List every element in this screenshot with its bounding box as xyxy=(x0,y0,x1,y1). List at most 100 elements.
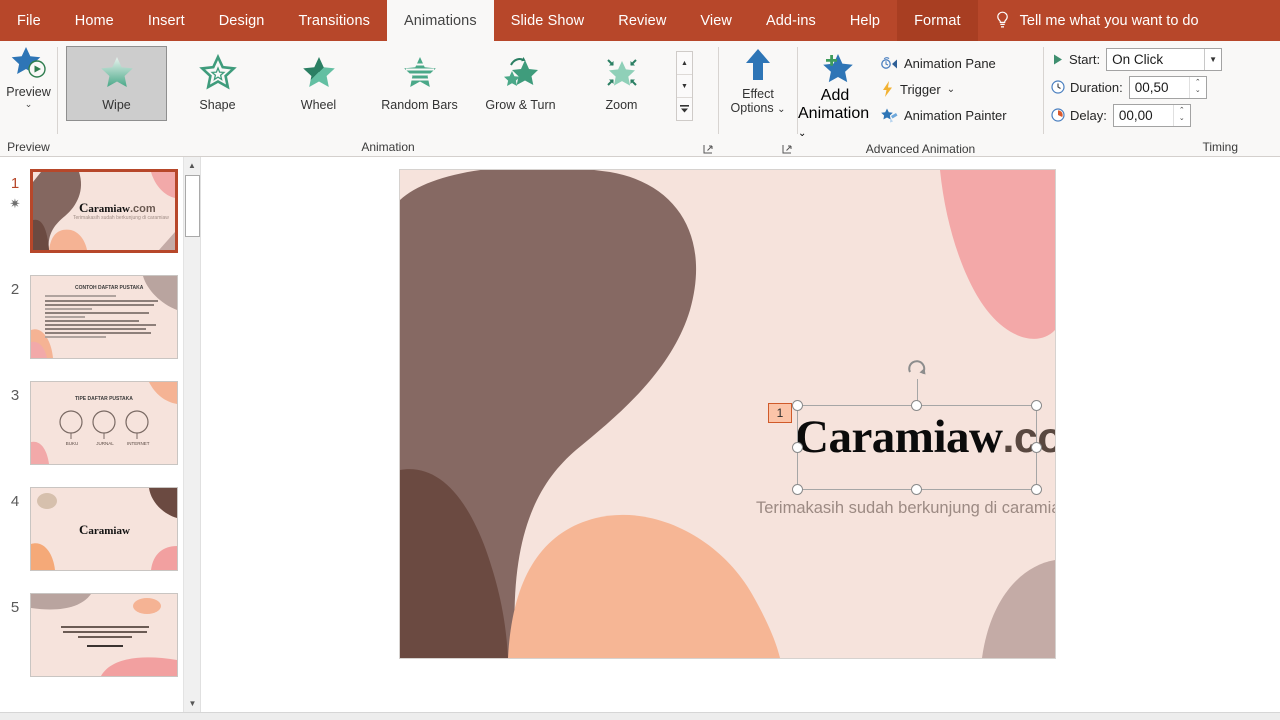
tab-format-label: Format xyxy=(914,12,961,29)
gallery-item-shape[interactable]: Shape xyxy=(167,46,268,121)
thumbnail-scroll-up-button[interactable]: ▲ xyxy=(184,157,200,174)
ribbon-group-preview: Preview ⌄ Preview xyxy=(0,41,57,157)
slide-canvas[interactable]: Caramiaw.com Terimakasih sudah berkunjun… xyxy=(399,169,1056,659)
gallery-item-wipe[interactable]: Wipe xyxy=(66,46,167,121)
resize-handle-sw[interactable] xyxy=(792,484,803,495)
duration-spinner[interactable]: 00,50 ⌃ ⌄ xyxy=(1128,75,1207,99)
slide-thumbnail-4[interactable]: Caramiaw xyxy=(30,487,178,571)
start-value: On Click xyxy=(1112,51,1164,67)
animation-indicator-icon[interactable]: ✷ xyxy=(0,196,30,212)
trigger-label: Trigger xyxy=(900,81,941,97)
preview-button-label: Preview xyxy=(6,85,51,99)
effect-options-dialog-launcher[interactable] xyxy=(781,143,793,155)
trigger-lightning-icon xyxy=(881,81,894,97)
thumbnail-row-3: 3 TIPE DAFTAR PUSTAKA BUKU JURNAL INTERN… xyxy=(0,381,200,465)
gallery-item-zoom[interactable]: Zoom xyxy=(571,46,672,121)
tab-help-label: Help xyxy=(849,12,881,29)
ribbon-group-timing: Start: On Click ▼ Duration: 00,50 ⌃ ⌄ De… xyxy=(1044,41,1246,157)
zoom-star-icon xyxy=(602,54,642,92)
gallery-scroll-up-button[interactable]: ▲ xyxy=(677,52,692,75)
rotate-icon[interactable] xyxy=(906,358,928,380)
tell-me-label: Tell me what you want to do xyxy=(1019,12,1199,29)
trigger-button[interactable]: Trigger ⌄ xyxy=(876,76,1012,102)
resize-handle-nw[interactable] xyxy=(792,400,803,411)
slide-thumbnail-2[interactable]: CONTOH DAFTAR PUSTAKA xyxy=(30,275,178,359)
ribbon-group-animation: Wipe Shape Wheel Random Bars Grow & Turn… xyxy=(58,41,718,157)
tab-home[interactable]: Home xyxy=(58,0,131,41)
gallery-scroll-down-button[interactable]: ▼ xyxy=(677,75,692,98)
tab-transitions[interactable]: Transitions xyxy=(281,0,386,41)
tab-slide-show[interactable]: Slide Show xyxy=(494,0,602,41)
slide-thumbnail-5[interactable] xyxy=(30,593,178,677)
thumbnail-scrollbar-thumb[interactable] xyxy=(185,175,200,237)
preview-button[interactable]: Preview ⌄ xyxy=(0,41,57,109)
resize-handle-e[interactable] xyxy=(1031,441,1042,453)
wipe-star-icon xyxy=(97,54,137,92)
slide-tagline: Terimakasih sudah berkunjung di caramiaw xyxy=(756,499,1056,517)
tab-review[interactable]: Review xyxy=(601,0,683,41)
start-combobox[interactable]: On Click ▼ xyxy=(1106,47,1223,71)
tab-design[interactable]: Design xyxy=(202,0,282,41)
delay-clock-icon xyxy=(1051,108,1065,122)
animation-dialog-launcher[interactable] xyxy=(702,143,714,155)
ribbon-group-advanced-animation: Add Animation ⌄ Animation Pane Trigger ⌄… xyxy=(798,41,1043,157)
notes-pane[interactable]: Click to add notes xyxy=(0,712,1280,720)
gallery-item-random-bars-label: Random Bars xyxy=(381,98,458,112)
ribbon-group-effect-options: Effect Options ⌄ xyxy=(719,41,797,157)
ribbon-tab-bar: File Home Insert Design Transitions Anim… xyxy=(0,0,1280,41)
delay-stepper[interactable]: ⌃ ⌄ xyxy=(1172,104,1190,126)
resize-handle-s[interactable] xyxy=(911,484,922,495)
duration-row: Duration: 00,50 ⌃ ⌄ xyxy=(1051,75,1222,99)
gallery-item-grow-turn[interactable]: Grow & Turn xyxy=(470,46,571,121)
slide-thumbnail-3[interactable]: TIPE DAFTAR PUSTAKA BUKU JURNAL INTERNET xyxy=(30,381,178,465)
thumbnail-scrollbar[interactable]: ▲ ▼ xyxy=(183,157,200,712)
tab-file[interactable]: File xyxy=(0,0,58,41)
effect-options-label-1: Effect xyxy=(742,87,774,101)
chevron-down-icon[interactable]: ⌄ xyxy=(947,84,955,95)
animation-painter-button[interactable]: Animation Painter xyxy=(876,102,1012,128)
chevron-down-icon[interactable]: ⌄ xyxy=(25,100,33,109)
grow-turn-star-icon xyxy=(501,54,541,92)
chevron-down-icon[interactable]: ▼ xyxy=(1204,48,1221,70)
delay-value: 00,00 xyxy=(1118,107,1153,123)
tab-format[interactable]: Format xyxy=(897,0,978,41)
gallery-item-zoom-label: Zoom xyxy=(605,98,638,112)
tell-me-search[interactable]: Tell me what you want to do xyxy=(978,0,1213,41)
selection-box[interactable]: 1 xyxy=(768,360,1042,495)
chevron-down-icon[interactable]: ⌄ xyxy=(798,128,806,139)
resize-handle-w[interactable] xyxy=(792,441,803,453)
slide-thumbnail-1[interactable]: Caramiaw.com Terimakasih sudah berkunjun… xyxy=(30,169,178,253)
thumbnail-row-1: 1 ✷ Caramiaw.com Terimakasih sudah berku… xyxy=(0,169,200,253)
tab-file-label: File xyxy=(17,12,41,29)
thumbnail-scroll-down-button[interactable]: ▼ xyxy=(184,695,200,712)
tab-animations-label: Animations xyxy=(403,12,477,29)
main-area: 1 ✷ Caramiaw.com Terimakasih sudah berku… xyxy=(0,157,1280,712)
ribbon-group-advanced-label: Advanced Animation xyxy=(865,142,976,156)
gallery-item-random-bars[interactable]: Random Bars xyxy=(369,46,470,121)
animation-pane-button[interactable]: Animation Pane xyxy=(876,50,1012,76)
duration-stepper[interactable]: ⌃ ⌄ xyxy=(1188,76,1206,98)
gallery-item-wheel[interactable]: Wheel xyxy=(268,46,369,121)
animation-painter-icon xyxy=(881,108,898,123)
tab-slide-show-label: Slide Show xyxy=(510,12,585,29)
tab-insert[interactable]: Insert xyxy=(131,0,202,41)
resize-handle-n[interactable] xyxy=(911,400,922,411)
gallery-more-button[interactable] xyxy=(677,98,692,120)
tab-view[interactable]: View xyxy=(683,0,749,41)
resize-handle-ne[interactable] xyxy=(1031,400,1042,411)
tab-animations[interactable]: Animations xyxy=(386,0,494,41)
tab-help[interactable]: Help xyxy=(833,0,897,41)
slide-thumbnail-panel: 1 ✷ Caramiaw.com Terimakasih sudah berku… xyxy=(0,157,200,712)
add-animation-star-icon xyxy=(814,49,856,87)
chevron-down-icon[interactable]: ⌄ xyxy=(777,104,785,115)
add-animation-button[interactable]: Add Animation ⌄ xyxy=(798,45,872,141)
start-row: Start: On Click ▼ xyxy=(1051,47,1223,71)
delay-spinner[interactable]: 00,00 ⌃ ⌄ xyxy=(1112,103,1191,127)
resize-handle-se[interactable] xyxy=(1031,484,1042,495)
effect-options-button[interactable]: Effect Options ⌄ xyxy=(719,41,797,117)
tab-insert-label: Insert xyxy=(147,12,185,29)
tab-add-ins[interactable]: Add-ins xyxy=(749,0,833,41)
animation-order-badge[interactable]: 1 xyxy=(768,403,792,423)
tab-home-label: Home xyxy=(74,12,114,29)
ribbon-group-preview-label: Preview xyxy=(7,140,50,154)
